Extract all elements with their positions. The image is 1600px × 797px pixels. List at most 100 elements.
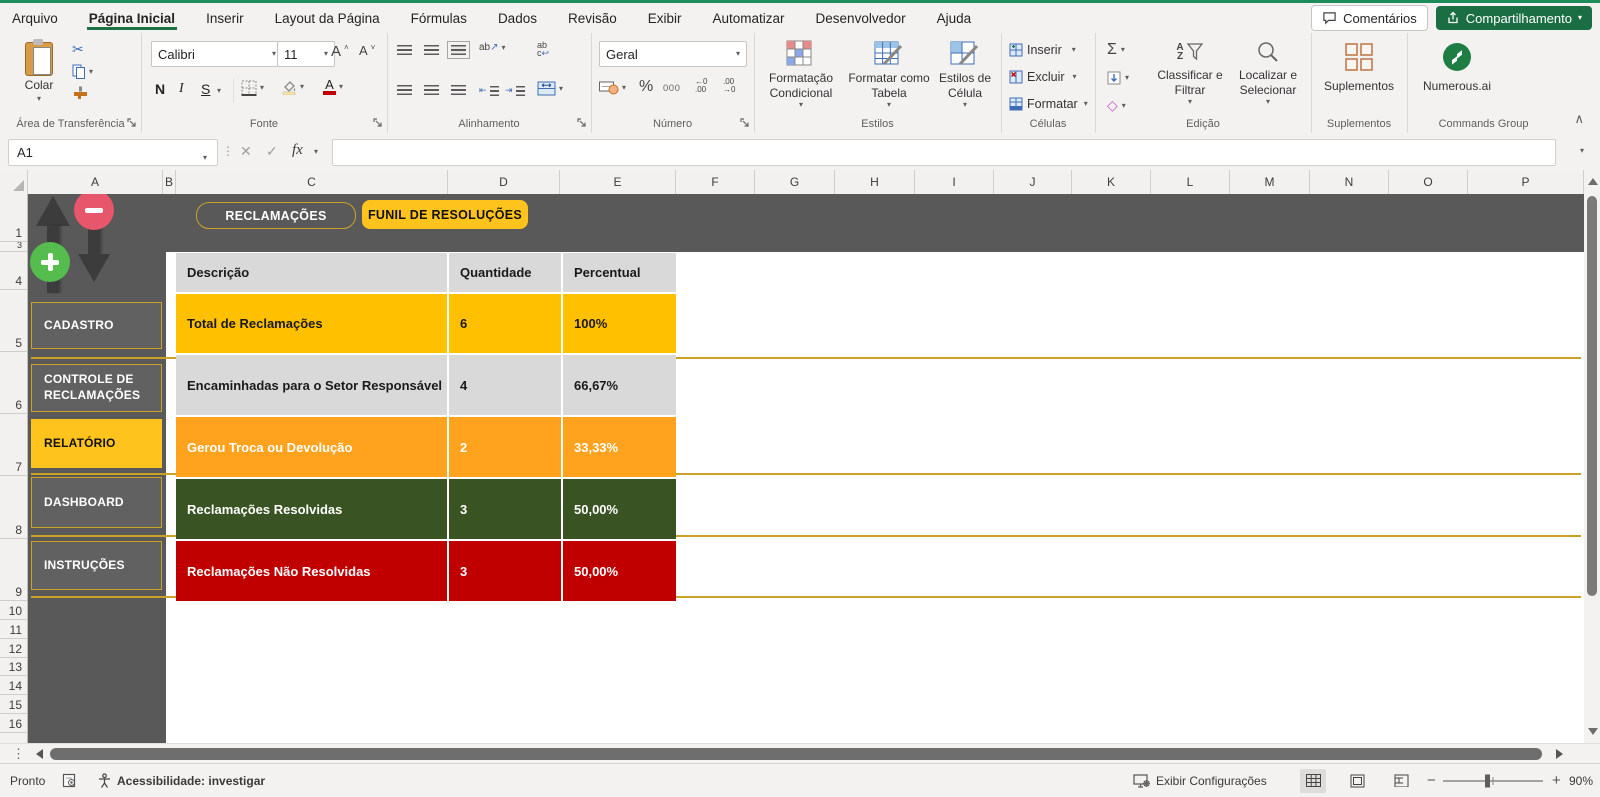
cell-styles-button[interactable]: Estilos de Célula ▾ [934, 40, 996, 109]
zoom-level[interactable]: 90% [1569, 764, 1593, 797]
column-header-N[interactable]: N [1310, 170, 1389, 194]
scroll-right-icon[interactable] [1556, 749, 1563, 759]
formula-input[interactable] [332, 139, 1556, 166]
column-header-D[interactable]: D [448, 170, 560, 194]
scroll-left-icon[interactable] [36, 749, 43, 759]
page-tab-funil-de-resolucoes[interactable]: FUNIL DE RESOLUÇÕES [362, 200, 528, 229]
font-dialog-launcher[interactable] [372, 117, 384, 129]
page-layout-view-button[interactable] [1344, 769, 1370, 793]
nav-dashboard[interactable]: DASHBOARD [31, 477, 162, 528]
column-header-A[interactable]: A [28, 170, 163, 194]
cancel-icon[interactable]: ✕ [240, 143, 252, 160]
nav-relatorio[interactable]: RELATÓRIO [31, 419, 162, 468]
orientation-button[interactable]: ab↗ ▾ [479, 42, 506, 53]
align-left-button[interactable] [397, 85, 412, 95]
align-right-button[interactable] [451, 85, 466, 95]
format-painter-button[interactable] [72, 86, 93, 100]
column-header-G[interactable]: G [755, 170, 835, 194]
formula-bar-expand-icon[interactable]: ▾ [1580, 147, 1584, 155]
menu-tab-ajuda[interactable]: Ajuda [935, 7, 974, 30]
zoom-slider[interactable] [1443, 764, 1543, 797]
menu-tab-inserir[interactable]: Inserir [204, 7, 246, 30]
italic-button[interactable]: I [179, 81, 184, 97]
decrease-decimal-button[interactable]: .00 →0 [723, 78, 735, 94]
row-header-12[interactable]: 12 [0, 639, 27, 658]
column-header-O[interactable]: O [1389, 170, 1468, 194]
conditional-formatting-button[interactable]: Formatação Condicional ▾ [760, 40, 842, 109]
name-box[interactable]: A1 ▾ [8, 139, 218, 166]
column-header-K[interactable]: K [1072, 170, 1151, 194]
zoom-in-button[interactable]: + [1552, 764, 1561, 797]
cut-button[interactable]: ✂ [72, 41, 93, 58]
percent-style-button[interactable]: % [639, 78, 653, 96]
row-header-13[interactable]: 13 [0, 658, 27, 676]
macro-record-button[interactable] [62, 764, 77, 797]
share-button[interactable]: Compartilhamento ▾ [1436, 6, 1592, 30]
vertical-scrollbar[interactable] [1584, 170, 1600, 743]
row-header-16[interactable]: 16 [0, 714, 27, 733]
row-header-3[interactable]: 3 [0, 242, 27, 252]
format-cells-button[interactable]: Formatar ▾ [1009, 97, 1088, 111]
column-header-F[interactable]: F [676, 170, 755, 194]
autosum-button[interactable]: Σ ▾ [1107, 41, 1125, 59]
fill-button[interactable]: ▾ [1107, 71, 1129, 85]
align-middle-button[interactable] [424, 45, 439, 55]
alignment-dialog-launcher[interactable] [576, 117, 588, 129]
name-box-splitter[interactable]: ⋮ [222, 144, 233, 158]
column-header-B[interactable]: B [163, 170, 176, 194]
menu-tab-desenvolvedor[interactable]: Desenvolvedor [814, 7, 908, 30]
align-top-button[interactable] [397, 45, 412, 55]
sort-filter-button[interactable]: AZ Classificar e Filtrar ▾ [1153, 40, 1227, 106]
number-dialog-launcher[interactable] [739, 117, 751, 129]
align-center-button[interactable] [424, 85, 439, 95]
scroll-up-icon[interactable] [1588, 178, 1598, 185]
column-header-M[interactable]: M [1230, 170, 1310, 194]
shrink-font-button[interactable]: A˅ [359, 43, 375, 58]
row-header-7[interactable]: 7 [0, 414, 27, 476]
row-header-8[interactable]: 8 [0, 476, 27, 539]
row-header-6[interactable]: 6 [0, 352, 27, 414]
column-header-H[interactable]: H [835, 170, 915, 194]
column-header-L[interactable]: L [1151, 170, 1230, 194]
format-as-table-button[interactable]: Formatar como Tabela ▾ [846, 40, 932, 109]
align-bottom-button[interactable] [451, 45, 466, 55]
borders-button[interactable]: ▾ [241, 80, 264, 96]
clear-button[interactable]: ◇ ▾ [1107, 99, 1126, 112]
menu-tab-formulas[interactable]: Fórmulas [409, 7, 469, 30]
row-header-4[interactable]: 4 [0, 252, 27, 290]
horizontal-scrollbar[interactable]: ⋮ [0, 743, 1600, 764]
vertical-scroll-thumb[interactable] [1587, 196, 1597, 596]
page-tab-reclamacoes[interactable]: RECLAMAÇÕES [196, 202, 356, 229]
menu-tab-arquivo[interactable]: Arquivo [10, 7, 60, 30]
find-select-button[interactable]: Localizar e Selecionar ▾ [1229, 40, 1307, 106]
sheet-tab-splitter[interactable]: ⋮ [12, 746, 25, 762]
normal-view-button[interactable] [1300, 769, 1326, 793]
scroll-down-icon[interactable] [1588, 728, 1598, 735]
enter-icon[interactable]: ✓ [266, 143, 278, 160]
addins-button[interactable]: Suplementos [1319, 41, 1399, 94]
insert-function-button[interactable]: fx [292, 142, 303, 159]
font-color-button[interactable]: A ▾ [323, 79, 343, 95]
zoom-out-button[interactable]: − [1427, 764, 1436, 797]
row-header-11[interactable]: 11 [0, 620, 27, 639]
underline-button[interactable]: S [201, 81, 210, 97]
column-header-J[interactable]: J [994, 170, 1072, 194]
clipboard-dialog-launcher[interactable] [126, 117, 138, 129]
fill-color-button[interactable]: ▾ [281, 79, 304, 95]
accessibility-status[interactable]: Acessibilidade: investigar [97, 764, 265, 797]
page-break-view-button[interactable] [1388, 769, 1414, 793]
menu-tab-automatizar[interactable]: Automatizar [711, 7, 787, 30]
paste-button[interactable]: Colar ▾ [16, 39, 62, 103]
row-header-9[interactable]: 9 [0, 539, 27, 601]
decrease-indent-button[interactable]: ⇤ [479, 85, 499, 96]
row-header-14[interactable]: 14 [0, 676, 27, 695]
grow-font-button[interactable]: A˄ [331, 43, 349, 60]
merge-center-button[interactable]: ▾ [537, 81, 563, 96]
menu-tab-layout-da-pagina[interactable]: Layout da Página [273, 7, 382, 30]
column-header-P[interactable]: P [1468, 170, 1584, 194]
menu-tab-revisao[interactable]: Revisão [566, 7, 619, 30]
delete-cells-button[interactable]: Excluir ▾ [1009, 70, 1077, 84]
column-header-E[interactable]: E [560, 170, 676, 194]
row-header-1[interactable]: 1 [0, 194, 27, 242]
horizontal-scroll-thumb[interactable] [50, 748, 1542, 760]
